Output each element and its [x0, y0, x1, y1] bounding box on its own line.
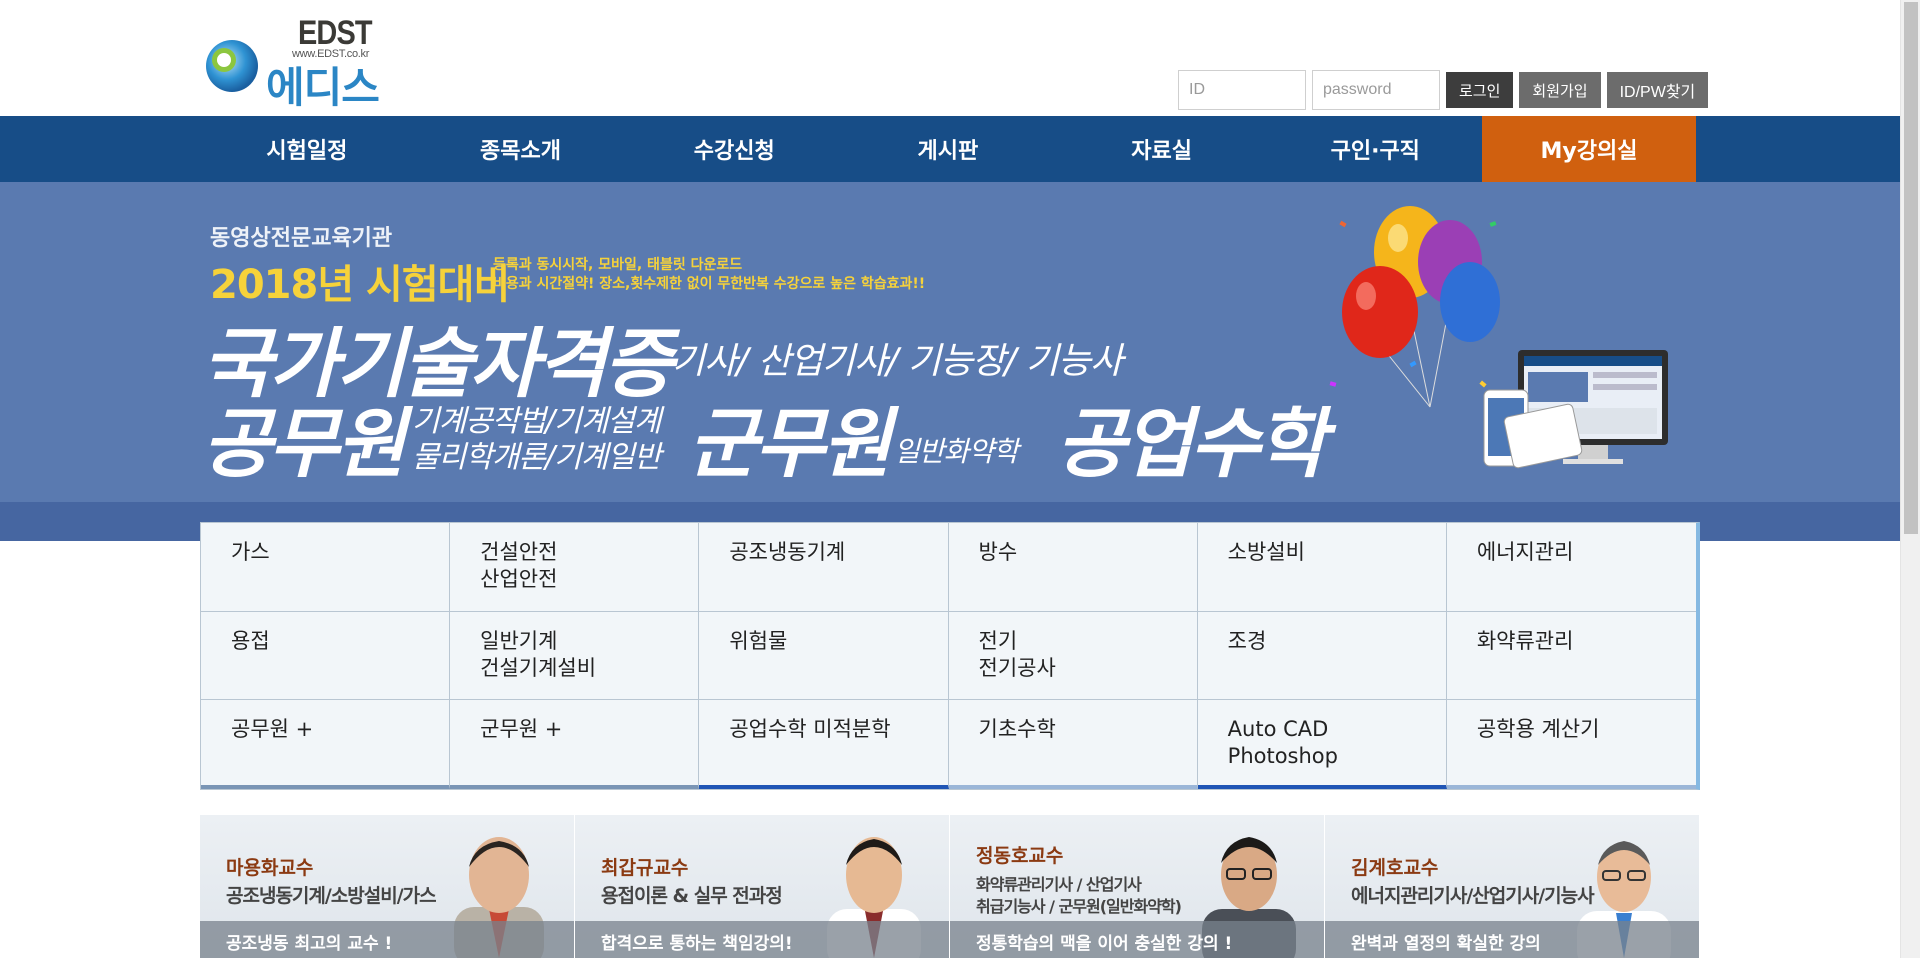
course-cell-fire-facilities[interactable]: 소방설비 — [1197, 523, 1447, 612]
course-label: Auto CAD — [1227, 717, 1329, 742]
nav-item-course-intro[interactable]: 종목소개 — [414, 116, 628, 182]
login-button[interactable]: 로그인 — [1446, 72, 1514, 108]
course-label: 공학용 계산기 — [1476, 717, 1600, 742]
course-label: 공무원 + — [231, 717, 314, 742]
nav-item-resources[interactable]: 자료실 — [1055, 116, 1269, 182]
banner-civil-sub-2: 물리학개론/기계일반 — [412, 440, 662, 475]
course-label: 군무원 + — [480, 717, 563, 742]
course-cell-waterproofing[interactable]: 방수 — [948, 523, 1198, 612]
course-label: 건설기계설비 — [480, 655, 597, 680]
course-cell-energy-management[interactable]: 에너지관리 — [1446, 523, 1696, 612]
nav-item-jobs[interactable]: 구인·구직 — [1268, 116, 1482, 182]
nav-item-my-classroom[interactable]: My강의실 — [1482, 116, 1696, 182]
banner-subtitle: 동영상전문교육기관 — [210, 226, 393, 251]
nav-item-board[interactable]: 게시판 — [841, 116, 1055, 182]
professor-subject: 공조냉동기계/소방설비/가스 — [226, 885, 437, 907]
course-cell-military-civilian[interactable]: 군무원 + — [450, 700, 700, 789]
course-label: 전기공사 — [978, 655, 1056, 680]
professor-subject: 화약류관리기사 / 산업기사 — [976, 875, 1142, 894]
banner-note-2: 비용과 시간절약! 장소,횟수제한 없이 무한반복 수강으로 높은 학습효과!! — [493, 276, 926, 292]
course-cell-hvac[interactable]: 공조냉동기계 — [699, 523, 949, 612]
course-label: 산업안전 — [480, 567, 558, 591]
course-cell-explosives-management[interactable]: 화약류관리 — [1446, 612, 1696, 701]
professor-card[interactable]: 마용화교수 공조냉동기계/소방설비/가스 공조냉동 최고의 교수 ! — [200, 815, 575, 958]
professor-card[interactable]: 최갑규교수 용접이론 & 실무 전과정 합격으로 통하는 책임강의! — [575, 815, 950, 958]
course-label: 화약류관리 — [1476, 628, 1574, 653]
professor-banners: 마용화교수 공조냉동기계/소방설비/가스 공조냉동 최고의 교수 ! 최갑규교수… — [200, 815, 1700, 958]
banner-military-sub: 일반화약학 — [894, 435, 1019, 468]
course-cell-gas[interactable]: 가스 — [201, 523, 451, 612]
professor-card[interactable]: 정동호교수 화약류관리기사 / 산업기사 취급기능사 / 군무원(일반화약학) … — [950, 815, 1325, 958]
logo-swirl-icon — [206, 40, 258, 92]
nav-item-registration[interactable]: 수강신청 — [627, 116, 841, 182]
find-id-pw-button[interactable]: ID/PW찾기 — [1606, 72, 1709, 108]
course-label: 가스 — [231, 540, 270, 564]
course-cell-electricity[interactable]: 전기 전기공사 — [948, 611, 1198, 701]
course-label: 공조냉동기계 — [729, 540, 846, 564]
course-label: 위험물 — [729, 628, 788, 653]
course-label: 건설안전 — [480, 540, 558, 564]
hero-banner[interactable]: 동영상전문교육기관 2018년 시험대비 등록과 동시시작, 모바일, 태블릿 … — [0, 182, 1900, 502]
course-grid: 가스 건설안전산업안전 공조냉동기계 방수 소방설비 에너지관리 용접 일반기계… — [200, 522, 1700, 790]
professor-tagline: 공조냉동 최고의 교수 ! — [200, 921, 574, 958]
course-label: 공업수학 미적분학 — [729, 717, 891, 742]
header: EDST www.EDST.co.kr 에디스트 로그인 회원가입 ID/PW찾… — [0, 0, 1900, 173]
id-input[interactable] — [1178, 70, 1306, 110]
professor-name: 마용화교수 — [226, 857, 314, 879]
course-cell-hazardous-materials[interactable]: 위험물 — [699, 611, 949, 701]
professor-name: 최갑규교수 — [601, 857, 689, 879]
password-input[interactable] — [1312, 70, 1440, 110]
professor-tagline: 합격으로 통하는 책임강의! — [575, 921, 949, 958]
banner-civil: 공무원 — [202, 399, 406, 488]
professor-name: 정동호교수 — [976, 845, 1064, 867]
join-button[interactable]: 회원가입 — [1519, 72, 1601, 108]
professor-name: 김계호교수 — [1351, 857, 1439, 879]
devices-icon — [1483, 350, 1668, 469]
course-label: Photoshop — [1227, 744, 1338, 769]
course-cell-civil-servant[interactable]: 공무원 + — [201, 700, 451, 789]
course-cell-construction-safety[interactable]: 건설안전산업안전 — [450, 523, 700, 612]
course-label: 기초수학 — [978, 717, 1056, 742]
course-label: 전기 — [978, 628, 1018, 653]
professor-card[interactable]: 김계호교수 에너지관리기사/산업기사/기능사 완벽과 열정의 확실한 강의 — [1325, 815, 1700, 958]
page: EDST www.EDST.co.kr 에디스트 로그인 회원가입 ID/PW찾… — [0, 0, 1920, 958]
course-cell-calculator[interactable]: 공학용 계산기 — [1446, 700, 1696, 789]
course-label: 에너지관리 — [1476, 540, 1574, 564]
course-cell-basic-math[interactable]: 기초수학 — [948, 700, 1198, 789]
course-cell-engineering-math[interactable]: 공업수학 미적분학 — [699, 700, 949, 789]
course-label: 소방설비 — [1227, 540, 1305, 564]
banner-national-sub: 기사/ 산업기사/ 기능장/ 기능사 — [672, 341, 1123, 382]
professor-tagline: 정통학습의 맥을 이어 충실한 강의 ! — [950, 921, 1324, 958]
course-label: 방수 — [978, 540, 1018, 564]
course-cell-autocad-photoshop[interactable]: Auto CAD Photoshop — [1197, 700, 1447, 789]
professor-tagline: 완벽과 열정의 확실한 강의 — [1325, 921, 1699, 958]
professor-subject-2: 취급기능사 / 군무원(일반화약학) — [976, 897, 1182, 916]
course-cell-landscaping[interactable]: 조경 — [1197, 611, 1447, 701]
scrollbar-thumb[interactable] — [1904, 2, 1918, 534]
course-cell-general-machinery[interactable]: 일반기계 건설기계설비 — [450, 611, 700, 701]
vertical-scrollbar[interactable] — [1900, 0, 1920, 958]
banner-math: 공업수학 — [1056, 399, 1327, 488]
professor-subject: 용접이론 & 실무 전과정 — [601, 885, 783, 907]
nav-item-exam-schedule[interactable]: 시험일정 — [200, 116, 414, 182]
banner-note-1: 등록과 동시시작, 모바일, 태블릿 다운로드 — [493, 257, 743, 273]
main-nav: 시험일정 종목소개 수강신청 게시판 자료실 구인·구직 My강의실 — [0, 116, 1900, 182]
course-label: 조경 — [1227, 628, 1267, 653]
login-form: 로그인 회원가입 ID/PW찾기 — [1178, 70, 1709, 110]
course-label: 일반기계 — [480, 628, 558, 653]
site-logo[interactable]: EDST www.EDST.co.kr 에디스트 — [200, 12, 400, 173]
course-label: 용접 — [231, 628, 270, 653]
professor-subject: 에너지관리기사/산업기사/기능사 — [1351, 885, 1595, 907]
banner-military: 군무원 — [688, 399, 892, 488]
course-cell-welding[interactable]: 용접 — [201, 611, 451, 701]
